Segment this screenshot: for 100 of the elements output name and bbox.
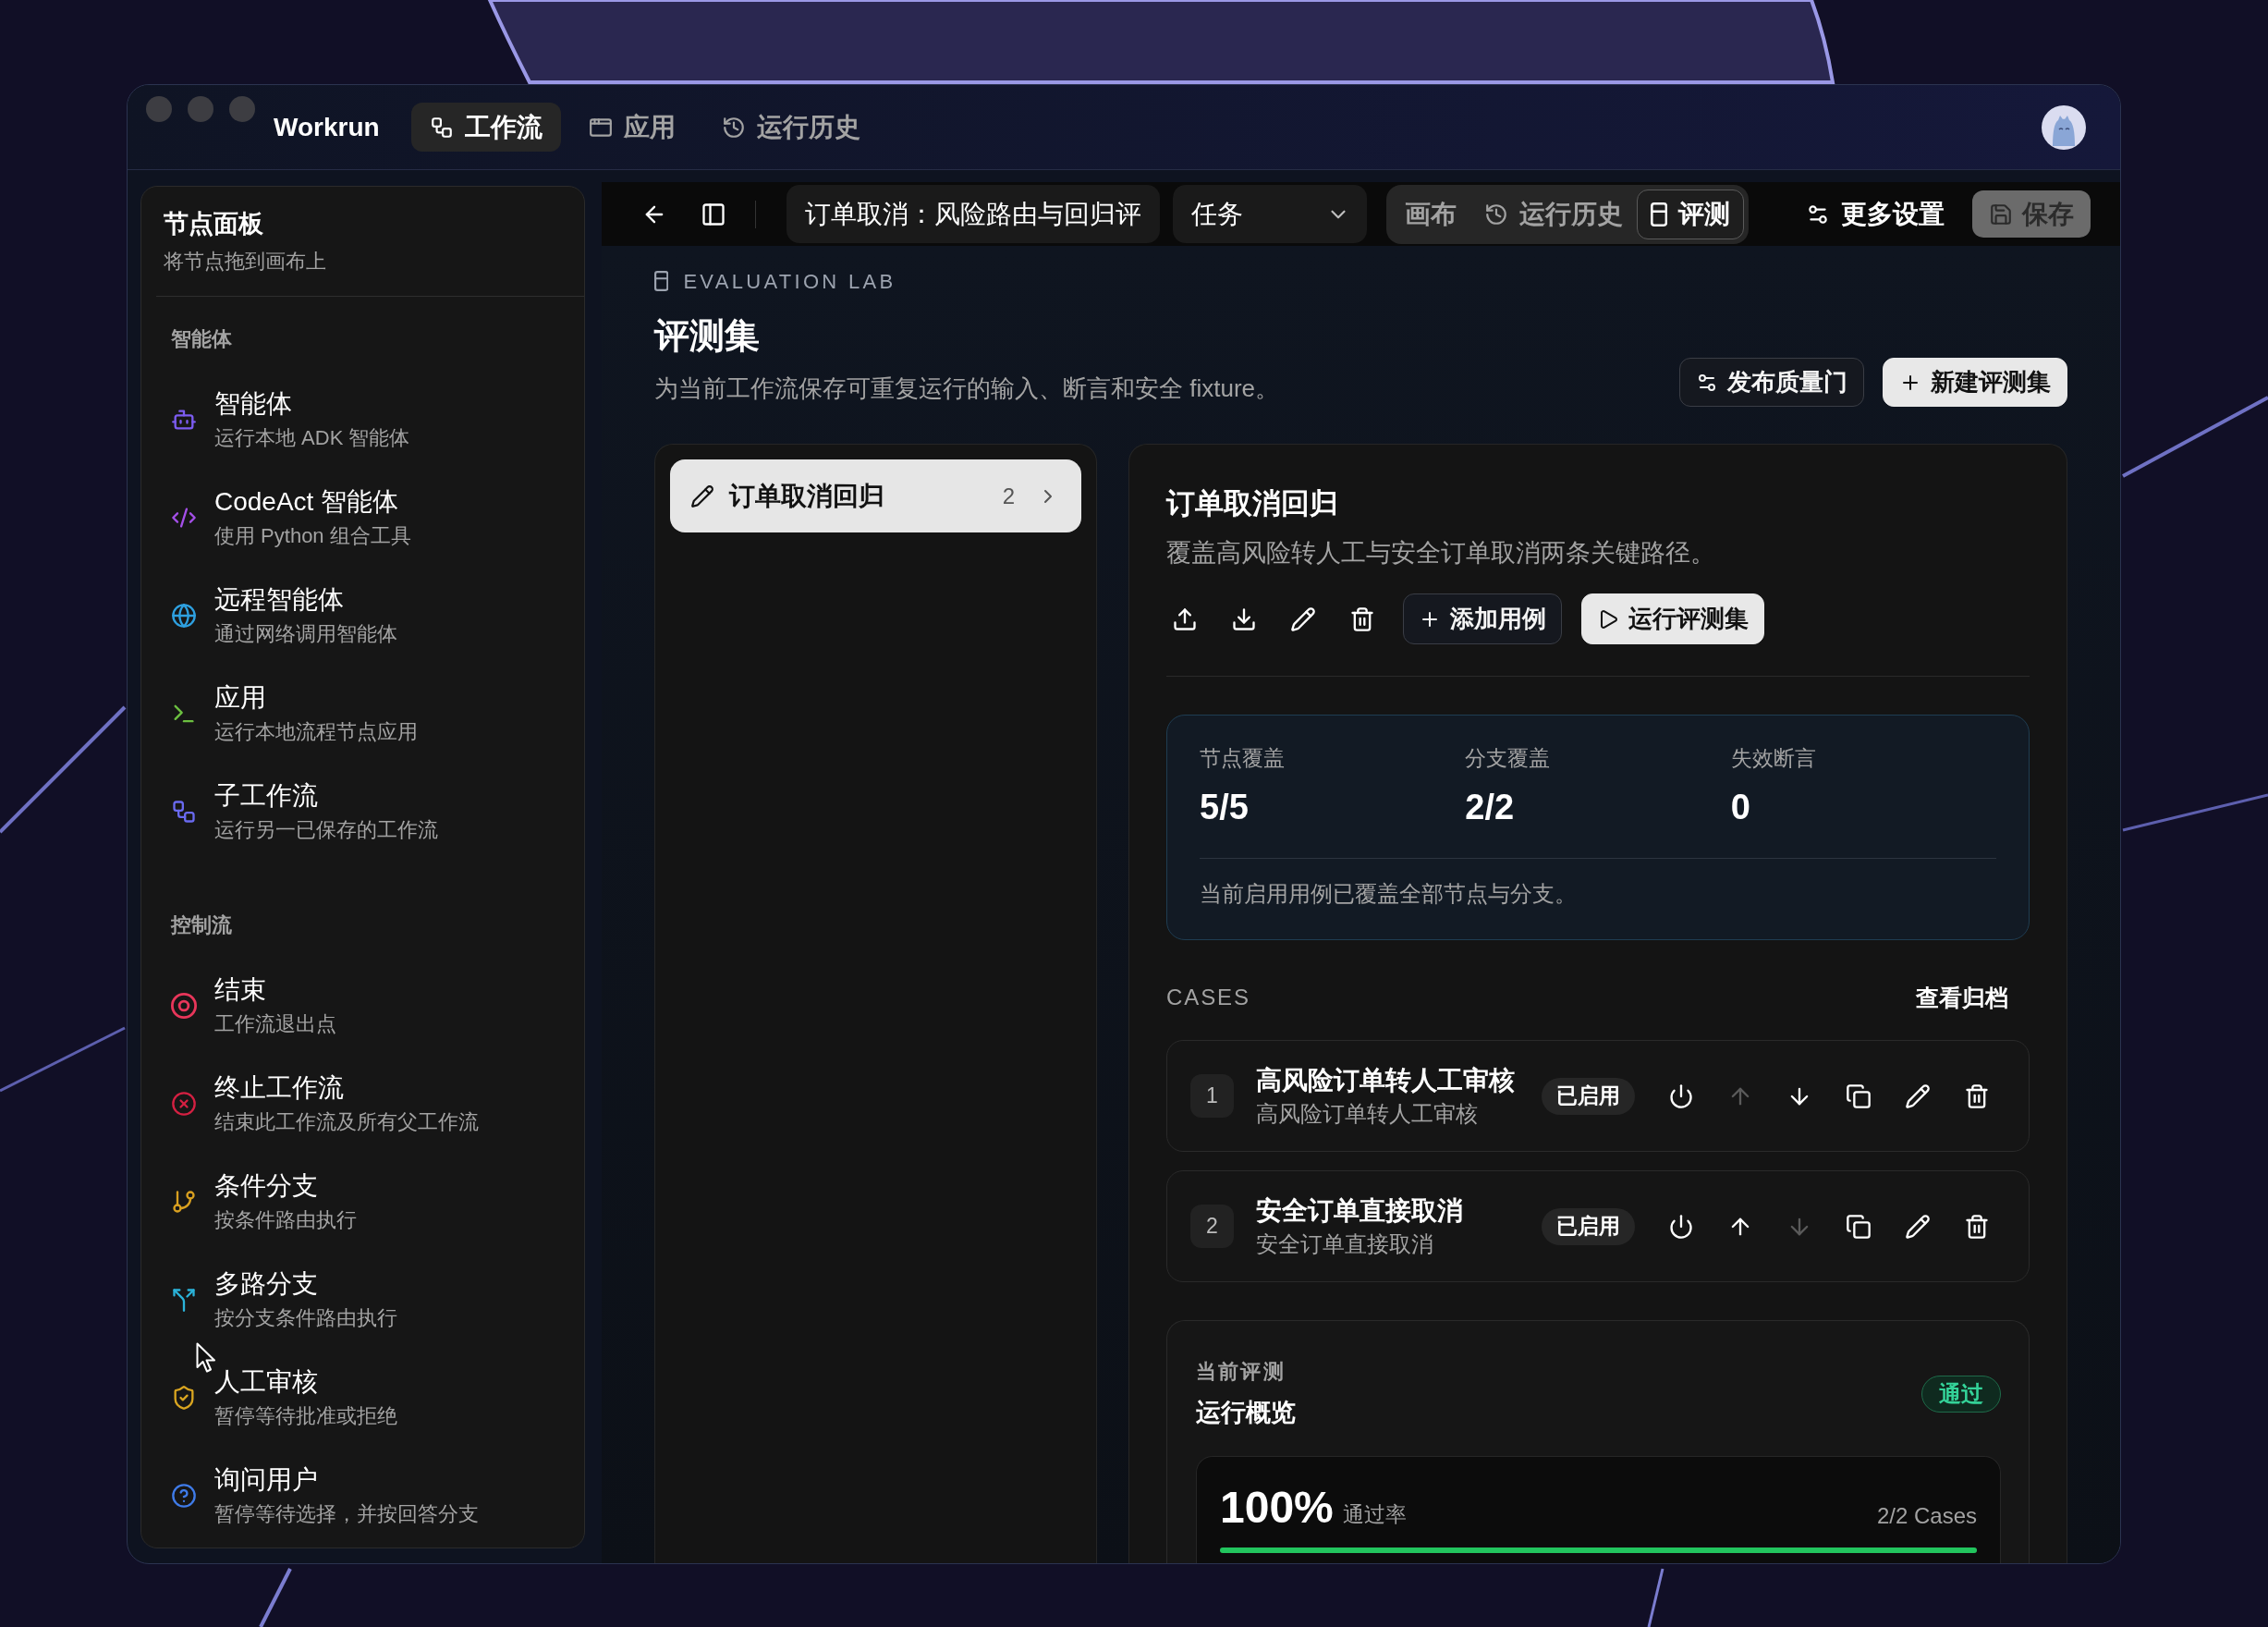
download-icon — [1231, 606, 1257, 632]
stat-value: 0 — [1730, 787, 1751, 828]
palette-item[interactable]: 远程智能体 通过网络调用智能体 — [141, 567, 584, 665]
action-button[interactable]: 运行评测集 — [1581, 593, 1764, 644]
item-description: 工作流退出点 — [214, 1011, 336, 1037]
item-title: 智能体 — [214, 388, 293, 420]
result-badge: 通过 — [1921, 1375, 2001, 1413]
panel-subtitle: 将节点拖到画布上 — [164, 249, 327, 275]
save-icon — [1989, 202, 2013, 226]
archive-link[interactable]: 查看归档 — [1916, 983, 2008, 1012]
case-count: 2 — [1002, 482, 1015, 510]
pass-rate-value: 100% — [1220, 1482, 1334, 1534]
nav-tab[interactable]: 应用 — [569, 103, 694, 152]
item-description: 暂停等待批准或拒绝 — [214, 1403, 397, 1429]
item-title: 询问用户 — [214, 1464, 319, 1496]
item-description: 使用 Python 组合工具 — [214, 523, 411, 549]
beaker-icon — [654, 271, 669, 291]
stat-label: 分支覆盖 — [1465, 745, 1552, 772]
sidebar-icon — [701, 201, 726, 227]
item-description: 运行本地流程节点应用 — [214, 719, 418, 745]
trash-icon — [1964, 1083, 1990, 1109]
item-title: 条件分支 — [214, 1170, 319, 1202]
item-description: 结束此工作流及所有父工作流 — [214, 1109, 479, 1135]
summary-eyebrow: 当前评测 — [1196, 1359, 1286, 1385]
workflow-name-field[interactable]: 订单取消：风险路由与回归评 — [786, 185, 1160, 243]
eval-set-description: 覆盖高风险转人工与安全订单取消两条关键路径。 — [1166, 538, 1716, 569]
avatar-icon — [2042, 104, 2086, 150]
case-number: 2 — [1190, 1205, 1234, 1248]
palette-item[interactable]: 终止工作流 结束此工作流及所有父工作流 — [141, 1055, 584, 1153]
palette-item[interactable]: 智能体 运行本地 ADK 智能体 — [141, 371, 584, 469]
item-title: 终止工作流 — [214, 1072, 345, 1104]
nav-tab[interactable]: 工作流 — [410, 103, 561, 152]
power-icon — [1668, 1083, 1694, 1109]
eval-set-title: 订单取消回归 — [1166, 486, 1339, 521]
sidebar-toggle-button[interactable] — [701, 201, 726, 227]
case-number: 1 — [1190, 1074, 1234, 1118]
action-button[interactable]: 发布质量门 — [1679, 358, 1864, 407]
page-description: 为当前工作流保存可重复运行的输入、断言和安全 fixture。 — [654, 373, 1280, 404]
section-label: 智能体 — [170, 326, 233, 352]
item-title: 多路分支 — [214, 1268, 319, 1300]
page-title: 评测集 — [654, 315, 761, 357]
stat-label: 失效断言 — [1730, 745, 1817, 772]
stat-value: 5/5 — [1200, 787, 1250, 828]
cases-heading: CASES — [1166, 984, 1250, 1011]
palette-item[interactable]: 询问用户 暂停等待选择，并按回答分支 — [141, 1447, 584, 1545]
item-description: 运行另一已保存的工作流 — [214, 817, 438, 843]
status-badge: 已启用 — [1542, 1207, 1635, 1245]
item-description: 暂停等待选择，并按回答分支 — [214, 1501, 479, 1527]
workflow-icon — [429, 115, 454, 140]
panel-title: 节点面板 — [164, 209, 264, 239]
item-description: 运行本地 ADK 智能体 — [214, 425, 410, 451]
case-title: 安全订单直接取消 — [1256, 1194, 1464, 1227]
mode-dropdown[interactable]: 任务 — [1173, 185, 1367, 243]
palette-item[interactable]: 人工审核 暂停等待批准或拒绝 — [141, 1349, 584, 1447]
case-subtitle: 安全订单直接取消 — [1256, 1229, 1434, 1258]
coverage-note: 当前启用用例已覆盖全部节点与分支。 — [1200, 880, 1578, 908]
palette-item[interactable]: CodeAct 智能体 使用 Python 组合工具 — [141, 469, 584, 567]
trash-icon — [1349, 606, 1375, 632]
eval-set-item[interactable]: 订单取消回归 2 — [670, 459, 1081, 532]
palette-item[interactable]: 子工作流 运行另一已保存的工作流 — [141, 763, 584, 861]
pencil-icon — [1905, 1083, 1931, 1109]
pass-rate-label: 通过率 — [1342, 1501, 1407, 1528]
nav-tab[interactable]: 运行历史 — [702, 103, 879, 152]
pencil-icon — [1905, 1213, 1931, 1240]
action-button[interactable]: 新建评测集 — [1883, 358, 2067, 407]
status-badge: 已启用 — [1542, 1077, 1635, 1115]
item-description: 按条件路由执行 — [214, 1207, 357, 1233]
view-tab[interactable]: 评测 — [1637, 189, 1745, 239]
eyebrow-label: EVALUATION LAB — [683, 268, 896, 295]
cursor-icon — [196, 1342, 216, 1374]
case-subtitle: 高风险订单转人工审核 — [1256, 1099, 1479, 1128]
item-title: 结束 — [214, 974, 267, 1006]
copy-icon — [1846, 1213, 1872, 1240]
power-icon — [1668, 1213, 1694, 1240]
palette-item[interactable]: 条件分支 按条件路由执行 — [141, 1153, 584, 1251]
stat-label: 节点覆盖 — [1200, 745, 1286, 772]
section-label: 控制流 — [169, 912, 233, 938]
app-name: Workrun — [274, 111, 380, 143]
beaker-icon — [1651, 202, 1668, 226]
more-settings-button[interactable]: 更多设置 — [1793, 189, 1958, 239]
summary-title: 运行概览 — [1196, 1398, 1296, 1428]
upload-icon — [1172, 606, 1198, 632]
cases-count: 2/2 Cases — [1876, 1502, 1977, 1530]
history-icon — [1484, 202, 1508, 226]
view-tab[interactable]: 运行历史 — [1470, 189, 1637, 239]
item-title: 远程智能体 — [214, 584, 345, 616]
view-tab[interactable]: 画布 — [1391, 189, 1470, 239]
item-description: 按分支条件路由执行 — [214, 1305, 397, 1331]
palette-item[interactable]: 结束 工作流退出点 — [141, 957, 584, 1055]
item-title: 子工作流 — [214, 780, 319, 812]
stat-value: 2/2 — [1465, 787, 1516, 828]
trash-icon — [1964, 1213, 1990, 1240]
palette-item[interactable]: 多路分支 按分支条件路由执行 — [141, 1251, 584, 1349]
item-title: 应用 — [214, 682, 267, 714]
palette-item[interactable]: 应用 运行本地流程节点应用 — [141, 665, 584, 763]
pencil-icon — [1290, 606, 1316, 632]
action-button[interactable]: 添加用例 — [1403, 593, 1562, 644]
item-title: CodeAct 智能体 — [214, 486, 400, 518]
item-description: 通过网络调用智能体 — [214, 621, 397, 647]
item-title: 人工审核 — [214, 1366, 319, 1398]
